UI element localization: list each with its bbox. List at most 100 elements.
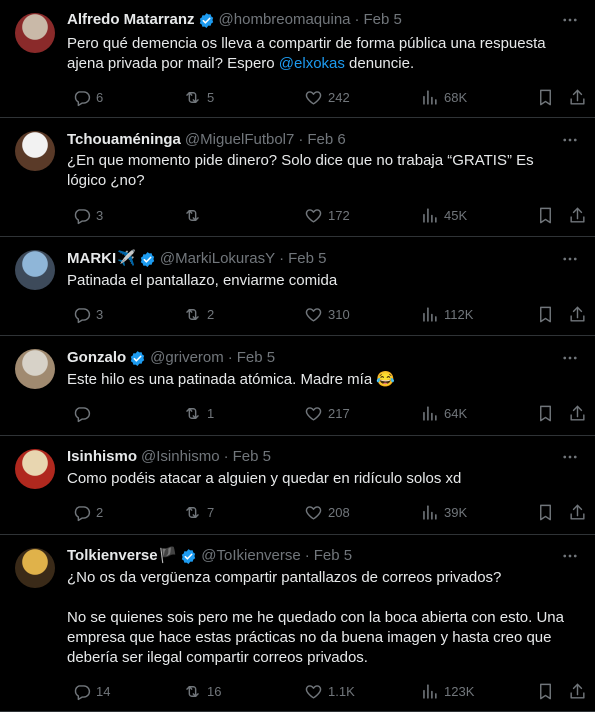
views-icon bbox=[420, 305, 439, 324]
author-name[interactable]: MARKI bbox=[67, 249, 116, 269]
author-handle[interactable]: @griverom bbox=[150, 348, 224, 368]
retweet-button[interactable] bbox=[178, 204, 207, 226]
tweet-text: Pero qué demencia os lleva a compartir d… bbox=[67, 34, 567, 74]
avatar[interactable] bbox=[15, 131, 55, 171]
tweet-text-body: Este hilo es una patinada atómica. Madre… bbox=[67, 371, 396, 388]
views-button[interactable]: 39K bbox=[415, 501, 467, 523]
share-button[interactable] bbox=[563, 402, 587, 424]
bookmark-icon bbox=[536, 682, 555, 701]
tweet-card[interactable]: MARKI ✈️ @MarkiLokurasY · Feb 5 Patinada el p… bbox=[0, 237, 595, 336]
share-button[interactable] bbox=[563, 680, 587, 702]
tweet-date[interactable]: Feb 5 bbox=[364, 10, 402, 30]
tweet-card[interactable]: Gonzalo @griverom · Feb 5 Este hilo es una p… bbox=[0, 336, 595, 436]
tweet-date[interactable]: Feb 5 bbox=[288, 249, 326, 269]
more-icon[interactable] bbox=[559, 545, 581, 567]
share-button[interactable] bbox=[563, 86, 587, 108]
avatar[interactable] bbox=[15, 449, 55, 489]
replies-count: 3 bbox=[96, 207, 104, 223]
author-handle[interactable]: @ToIkienverse bbox=[201, 546, 300, 566]
retweet-button[interactable]: 7 bbox=[178, 501, 214, 523]
more-icon[interactable] bbox=[559, 129, 581, 151]
reply-icon bbox=[72, 206, 91, 225]
avatar[interactable] bbox=[15, 548, 55, 588]
like-icon bbox=[304, 305, 323, 324]
reply-button[interactable]: 3 bbox=[67, 204, 103, 226]
separator-dot: · bbox=[223, 448, 229, 465]
name-emoji: ✈️ bbox=[117, 250, 136, 267]
author-name[interactable]: Alfredo Matarranz bbox=[67, 10, 195, 30]
author-name[interactable]: Tchouaméninga bbox=[67, 130, 181, 150]
more-icon[interactable] bbox=[559, 248, 581, 270]
bookmark-button[interactable] bbox=[531, 303, 555, 325]
tweet-card[interactable]: Isinhismo @Isinhismo · Feb 5 Como podéis ata… bbox=[0, 436, 595, 535]
more-icon[interactable] bbox=[559, 446, 581, 468]
like-button[interactable]: 1.1K bbox=[299, 680, 355, 702]
separator-dot: · bbox=[354, 11, 360, 28]
reply-button[interactable]: 3 bbox=[67, 303, 103, 325]
tweet-date[interactable]: Feb 6 bbox=[307, 130, 345, 150]
likes-count: 310 bbox=[328, 306, 350, 322]
views-button[interactable]: 45K bbox=[415, 204, 467, 226]
tweet-text: ¿No os da vergüenza compartir pantallazo… bbox=[67, 568, 567, 668]
retweet-button[interactable]: 1 bbox=[178, 402, 214, 424]
share-button[interactable] bbox=[563, 501, 587, 523]
author-handle[interactable]: @MiguelFutbol7 bbox=[185, 130, 294, 150]
share-button[interactable] bbox=[563, 303, 587, 325]
author-name[interactable]: Isinhismo bbox=[67, 447, 137, 467]
bookmark-button[interactable] bbox=[531, 680, 555, 702]
replies-count: 2 bbox=[96, 504, 104, 520]
reply-button[interactable] bbox=[67, 402, 96, 424]
tweet-card[interactable]: Alfredo Matarranz @hombreomaquina · Feb 5 Pe… bbox=[0, 0, 595, 118]
tweet-card[interactable]: Tolkienverse 🏴 @ToIkienverse · Feb 5 ¿No os d… bbox=[0, 535, 595, 712]
replies-count: 14 bbox=[96, 683, 111, 699]
action-bar: 3 172 45K bbox=[67, 204, 587, 226]
retweets-count: 5 bbox=[207, 89, 215, 105]
action-bar: 14 16 1.1K 123K bbox=[67, 680, 587, 702]
retweet-button[interactable]: 16 bbox=[178, 680, 221, 702]
reply-button[interactable]: 6 bbox=[67, 86, 103, 108]
reply-button[interactable]: 14 bbox=[67, 680, 110, 702]
tweet-date[interactable]: Feb 5 bbox=[314, 546, 352, 566]
share-icon bbox=[568, 206, 587, 225]
author-name[interactable]: Gonzalo bbox=[67, 348, 126, 368]
tweet-date[interactable]: Feb 5 bbox=[237, 348, 275, 368]
author-handle[interactable]: @MarkiLokurasY bbox=[160, 249, 275, 269]
like-button[interactable]: 310 bbox=[299, 303, 350, 325]
author-name[interactable]: Tolkienverse bbox=[67, 546, 158, 566]
tweet-card[interactable]: Tchouaméninga @MiguelFutbol7 · Feb 6 ¿En que… bbox=[0, 118, 595, 237]
like-button[interactable]: 208 bbox=[299, 501, 350, 523]
avatar[interactable] bbox=[15, 250, 55, 290]
views-button[interactable]: 112K bbox=[415, 303, 473, 325]
views-icon bbox=[420, 206, 439, 225]
more-icon[interactable] bbox=[559, 347, 581, 369]
bookmark-button[interactable] bbox=[531, 402, 555, 424]
author-handle[interactable]: @hombreomaquina bbox=[219, 10, 351, 30]
views-button[interactable]: 64K bbox=[415, 402, 467, 424]
views-count: 68K bbox=[444, 89, 468, 105]
mention-link[interactable]: @elxokas bbox=[279, 55, 345, 72]
like-button[interactable]: 242 bbox=[299, 86, 350, 108]
avatar[interactable] bbox=[15, 349, 55, 389]
bookmark-button[interactable] bbox=[531, 501, 555, 523]
like-button[interactable]: 172 bbox=[299, 204, 350, 226]
more-icon[interactable] bbox=[559, 9, 581, 31]
author-handle[interactable]: @Isinhismo bbox=[141, 447, 220, 467]
views-button[interactable]: 68K bbox=[415, 86, 467, 108]
retweet-button[interactable]: 2 bbox=[178, 303, 214, 325]
bookmark-icon bbox=[536, 88, 555, 107]
views-button[interactable]: 123K bbox=[415, 680, 474, 702]
bookmark-button[interactable] bbox=[531, 86, 555, 108]
like-icon bbox=[304, 88, 323, 107]
retweet-button[interactable]: 5 bbox=[178, 86, 214, 108]
retweet-icon bbox=[183, 88, 202, 107]
reply-button[interactable]: 2 bbox=[67, 501, 103, 523]
bookmark-icon bbox=[536, 404, 555, 423]
like-button[interactable]: 217 bbox=[299, 402, 350, 424]
avatar[interactable] bbox=[15, 13, 55, 53]
tweet-header: Gonzalo @griverom · Feb 5 bbox=[67, 347, 555, 369]
tweet-date[interactable]: Feb 5 bbox=[233, 447, 271, 467]
bookmark-button[interactable] bbox=[531, 204, 555, 226]
share-icon bbox=[568, 682, 587, 701]
views-icon bbox=[420, 88, 439, 107]
share-button[interactable] bbox=[563, 204, 587, 226]
